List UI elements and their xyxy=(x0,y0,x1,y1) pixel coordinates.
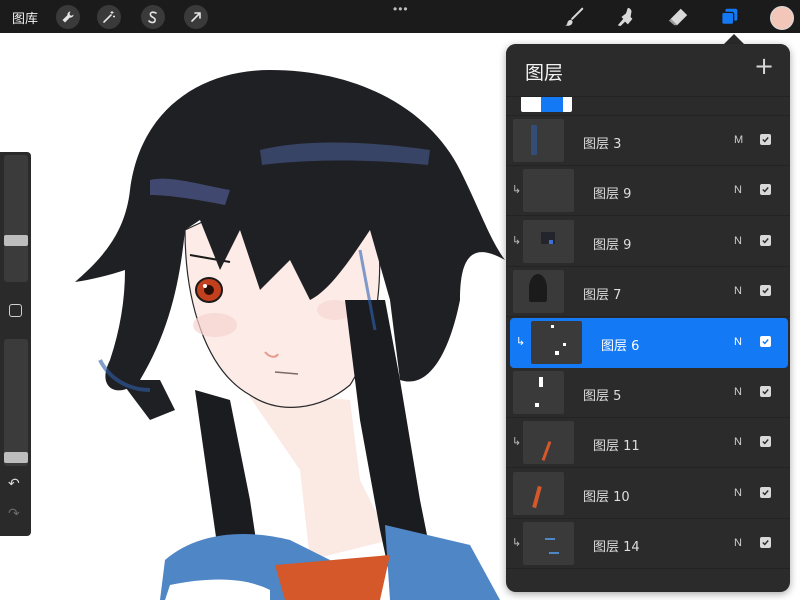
layer-name: 图层 14 xyxy=(593,540,640,556)
layer-thumbnail xyxy=(523,421,574,465)
clipping-mask-icon: ↳ xyxy=(512,184,522,197)
blend-mode-button[interactable]: N xyxy=(734,184,742,196)
top-toolbar: 图库 ••• xyxy=(0,0,800,33)
layer-name: 图层 10 xyxy=(583,489,630,505)
layer-row[interactable]: ↳ 图层 6 N xyxy=(510,317,788,368)
clipping-mask-icon: ↳ xyxy=(512,234,522,247)
layer-thumbnail xyxy=(513,471,564,515)
layer-name: 图层 9 xyxy=(593,187,632,203)
layer-row[interactable]: ↳ 图层 14 N xyxy=(506,519,790,570)
layer-name: 图层 5 xyxy=(583,389,622,404)
wrench-icon[interactable] xyxy=(56,5,80,29)
layer-row[interactable]: ↳ 图层 11 N xyxy=(506,418,790,469)
layer-name: 图层 11 xyxy=(593,439,640,455)
more-options-button[interactable]: ••• xyxy=(393,2,409,16)
left-sidebar: ↶ ↷ xyxy=(0,152,31,536)
layer-name: 图层 7 xyxy=(583,288,622,304)
layers-panel-header: 图层 + xyxy=(506,44,790,97)
brush-size-thumb[interactable] xyxy=(4,235,28,247)
blend-mode-button[interactable]: N xyxy=(734,487,742,499)
blend-mode-button[interactable]: N xyxy=(734,537,742,549)
opacity-thumb[interactable] xyxy=(4,451,28,463)
visibility-checkbox[interactable] xyxy=(760,184,771,196)
layer-row[interactable]: 图层 5 N xyxy=(506,368,790,418)
layer-thumbnail xyxy=(523,219,574,263)
visibility-checkbox[interactable] xyxy=(760,386,771,397)
modify-button[interactable] xyxy=(9,304,22,317)
visibility-checkbox[interactable] xyxy=(760,436,771,448)
eraser-icon[interactable] xyxy=(666,5,690,29)
layer-thumbnail xyxy=(513,371,564,414)
opacity-slider[interactable] xyxy=(4,339,28,466)
blend-mode-button[interactable]: N xyxy=(734,436,742,448)
gallery-button[interactable]: 图库 xyxy=(12,8,38,27)
blend-mode-button[interactable]: N xyxy=(734,235,742,247)
magic-wand-icon[interactable] xyxy=(97,5,121,29)
brush-icon[interactable] xyxy=(562,5,586,29)
visibility-checkbox[interactable] xyxy=(760,234,771,246)
layer-name: 图层 6 xyxy=(601,338,640,354)
layer-thumbnail xyxy=(513,270,564,314)
blend-mode-button[interactable]: N xyxy=(734,386,742,398)
layer-row[interactable]: ↳ 图层 9 N xyxy=(506,166,790,217)
layer-thumbnail xyxy=(513,119,564,162)
visibility-checkbox[interactable] xyxy=(760,537,771,549)
visibility-checkbox[interactable] xyxy=(760,335,771,347)
undo-button[interactable]: ↶ xyxy=(8,475,20,492)
layer-thumbnail xyxy=(531,320,582,364)
clipping-mask-icon: ↳ xyxy=(516,335,526,348)
layers-icon[interactable] xyxy=(718,5,742,29)
layer-row[interactable]: 图层 7 N xyxy=(506,267,790,318)
blend-mode-button[interactable]: N xyxy=(734,336,742,348)
layer-name: 图层 3 xyxy=(583,137,622,152)
panel-caret xyxy=(724,34,744,44)
layer-name: 图层 9 xyxy=(593,237,632,253)
layer-row[interactable]: ↳ 图层 9 N xyxy=(506,216,790,267)
clipping-mask-icon: ↳ xyxy=(512,537,522,550)
blend-mode-button[interactable]: N xyxy=(734,285,742,297)
smudge-icon[interactable] xyxy=(614,5,638,29)
layer-row[interactable]: 图层 3 M xyxy=(506,116,790,166)
visibility-checkbox[interactable] xyxy=(760,134,771,145)
clipping-mask-icon: ↳ xyxy=(512,436,522,449)
color-picker-swatch[interactable] xyxy=(770,6,794,30)
transform-arrow-icon[interactable] xyxy=(184,5,208,29)
layer-row[interactable]: 图层 10 N xyxy=(506,468,790,519)
blend-mode-button[interactable]: M xyxy=(734,134,743,146)
add-layer-button[interactable]: + xyxy=(754,52,774,80)
panel-title: 图层 xyxy=(525,62,564,84)
visibility-checkbox[interactable] xyxy=(760,285,771,297)
layers-panel: 图层 + 图层 3 M ↳ 图层 9 N ↳ 图层 9 N 图层 7 N ↳ 图层 6 N 图层 5 N ↳ 图… xyxy=(506,44,790,592)
selection-icon[interactable] xyxy=(141,5,165,29)
layer-thumbnail xyxy=(523,169,574,213)
brush-size-slider[interactable] xyxy=(4,155,28,282)
visibility-checkbox[interactable] xyxy=(760,486,771,498)
redo-button[interactable]: ↷ xyxy=(8,505,20,522)
layer-thumbnail xyxy=(523,522,574,566)
